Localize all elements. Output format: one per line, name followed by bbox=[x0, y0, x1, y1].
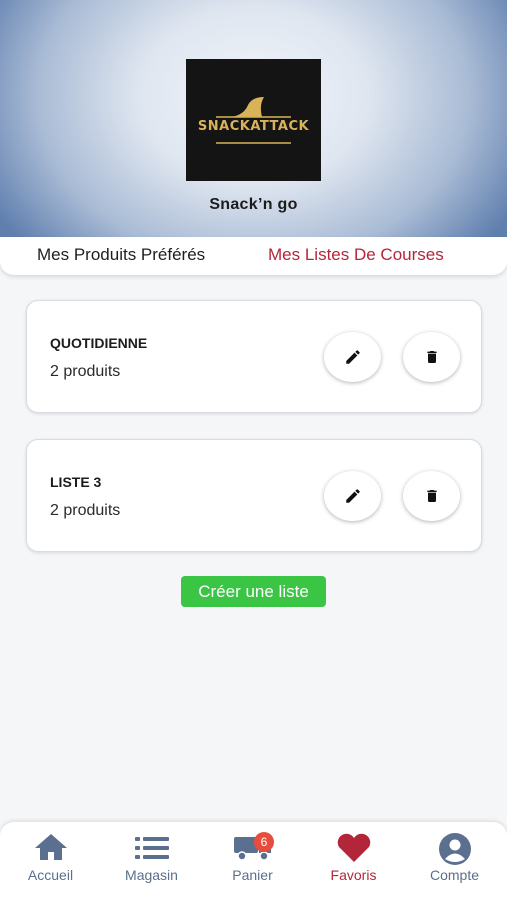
create-list-button[interactable]: Créer une liste bbox=[181, 576, 326, 607]
nav-item-accueil[interactable]: Accueil bbox=[0, 822, 101, 900]
store-name: Snack’n go bbox=[209, 196, 298, 213]
edit-list-button[interactable] bbox=[324, 332, 381, 382]
pencil-icon bbox=[345, 350, 360, 364]
list-icon bbox=[134, 837, 169, 859]
nav-label: Compte bbox=[429, 867, 480, 883]
list-product-count: 2 produits bbox=[50, 502, 121, 519]
tab-shopping-lists[interactable]: Mes Listes De Courses bbox=[268, 245, 444, 265]
nav-label: Magasin bbox=[125, 867, 178, 883]
store-logo: SNACKATTACK bbox=[186, 59, 321, 181]
tab-favorite-products[interactable]: Mes Produits Préférés bbox=[37, 245, 205, 265]
list-title: QUOTIDIENNE bbox=[50, 335, 148, 351]
list-item[interactable]: LISTE 3 2 produits bbox=[26, 439, 482, 552]
trash-icon bbox=[426, 490, 437, 502]
nav-item-compte[interactable]: Compte bbox=[404, 822, 505, 900]
heart-icon bbox=[337, 833, 370, 862]
nav-item-favoris[interactable]: Favoris bbox=[303, 822, 404, 900]
nav-item-magasin[interactable]: Magasin bbox=[101, 822, 202, 900]
cart-badge: 6 bbox=[254, 832, 274, 852]
list-item[interactable]: QUOTIDIENNE 2 produits bbox=[26, 300, 482, 413]
store-header: SNACKATTACK Snack’n go bbox=[0, 0, 507, 240]
nav-item-panier[interactable]: Panier bbox=[202, 822, 303, 900]
nav-label: Favoris bbox=[330, 867, 377, 883]
nav-label: Panier bbox=[232, 867, 273, 883]
home-icon bbox=[34, 834, 67, 860]
edit-list-button[interactable] bbox=[324, 471, 381, 521]
tab-bar: Mes Produits Préférés Mes Listes De Cour… bbox=[0, 237, 507, 275]
delete-list-button[interactable] bbox=[403, 332, 460, 382]
nav-label: Accueil bbox=[27, 867, 74, 883]
pencil-icon bbox=[345, 489, 360, 503]
delete-list-button[interactable] bbox=[403, 471, 460, 521]
bottom-nav: Accueil Magasin Panier 6 Favoris Compte bbox=[0, 822, 507, 900]
account-icon bbox=[438, 833, 471, 865]
logo-text: SNACKATTACK bbox=[197, 119, 310, 134]
trash-icon bbox=[426, 351, 437, 363]
list-title: LISTE 3 bbox=[50, 474, 102, 490]
list-product-count: 2 produits bbox=[50, 363, 121, 380]
